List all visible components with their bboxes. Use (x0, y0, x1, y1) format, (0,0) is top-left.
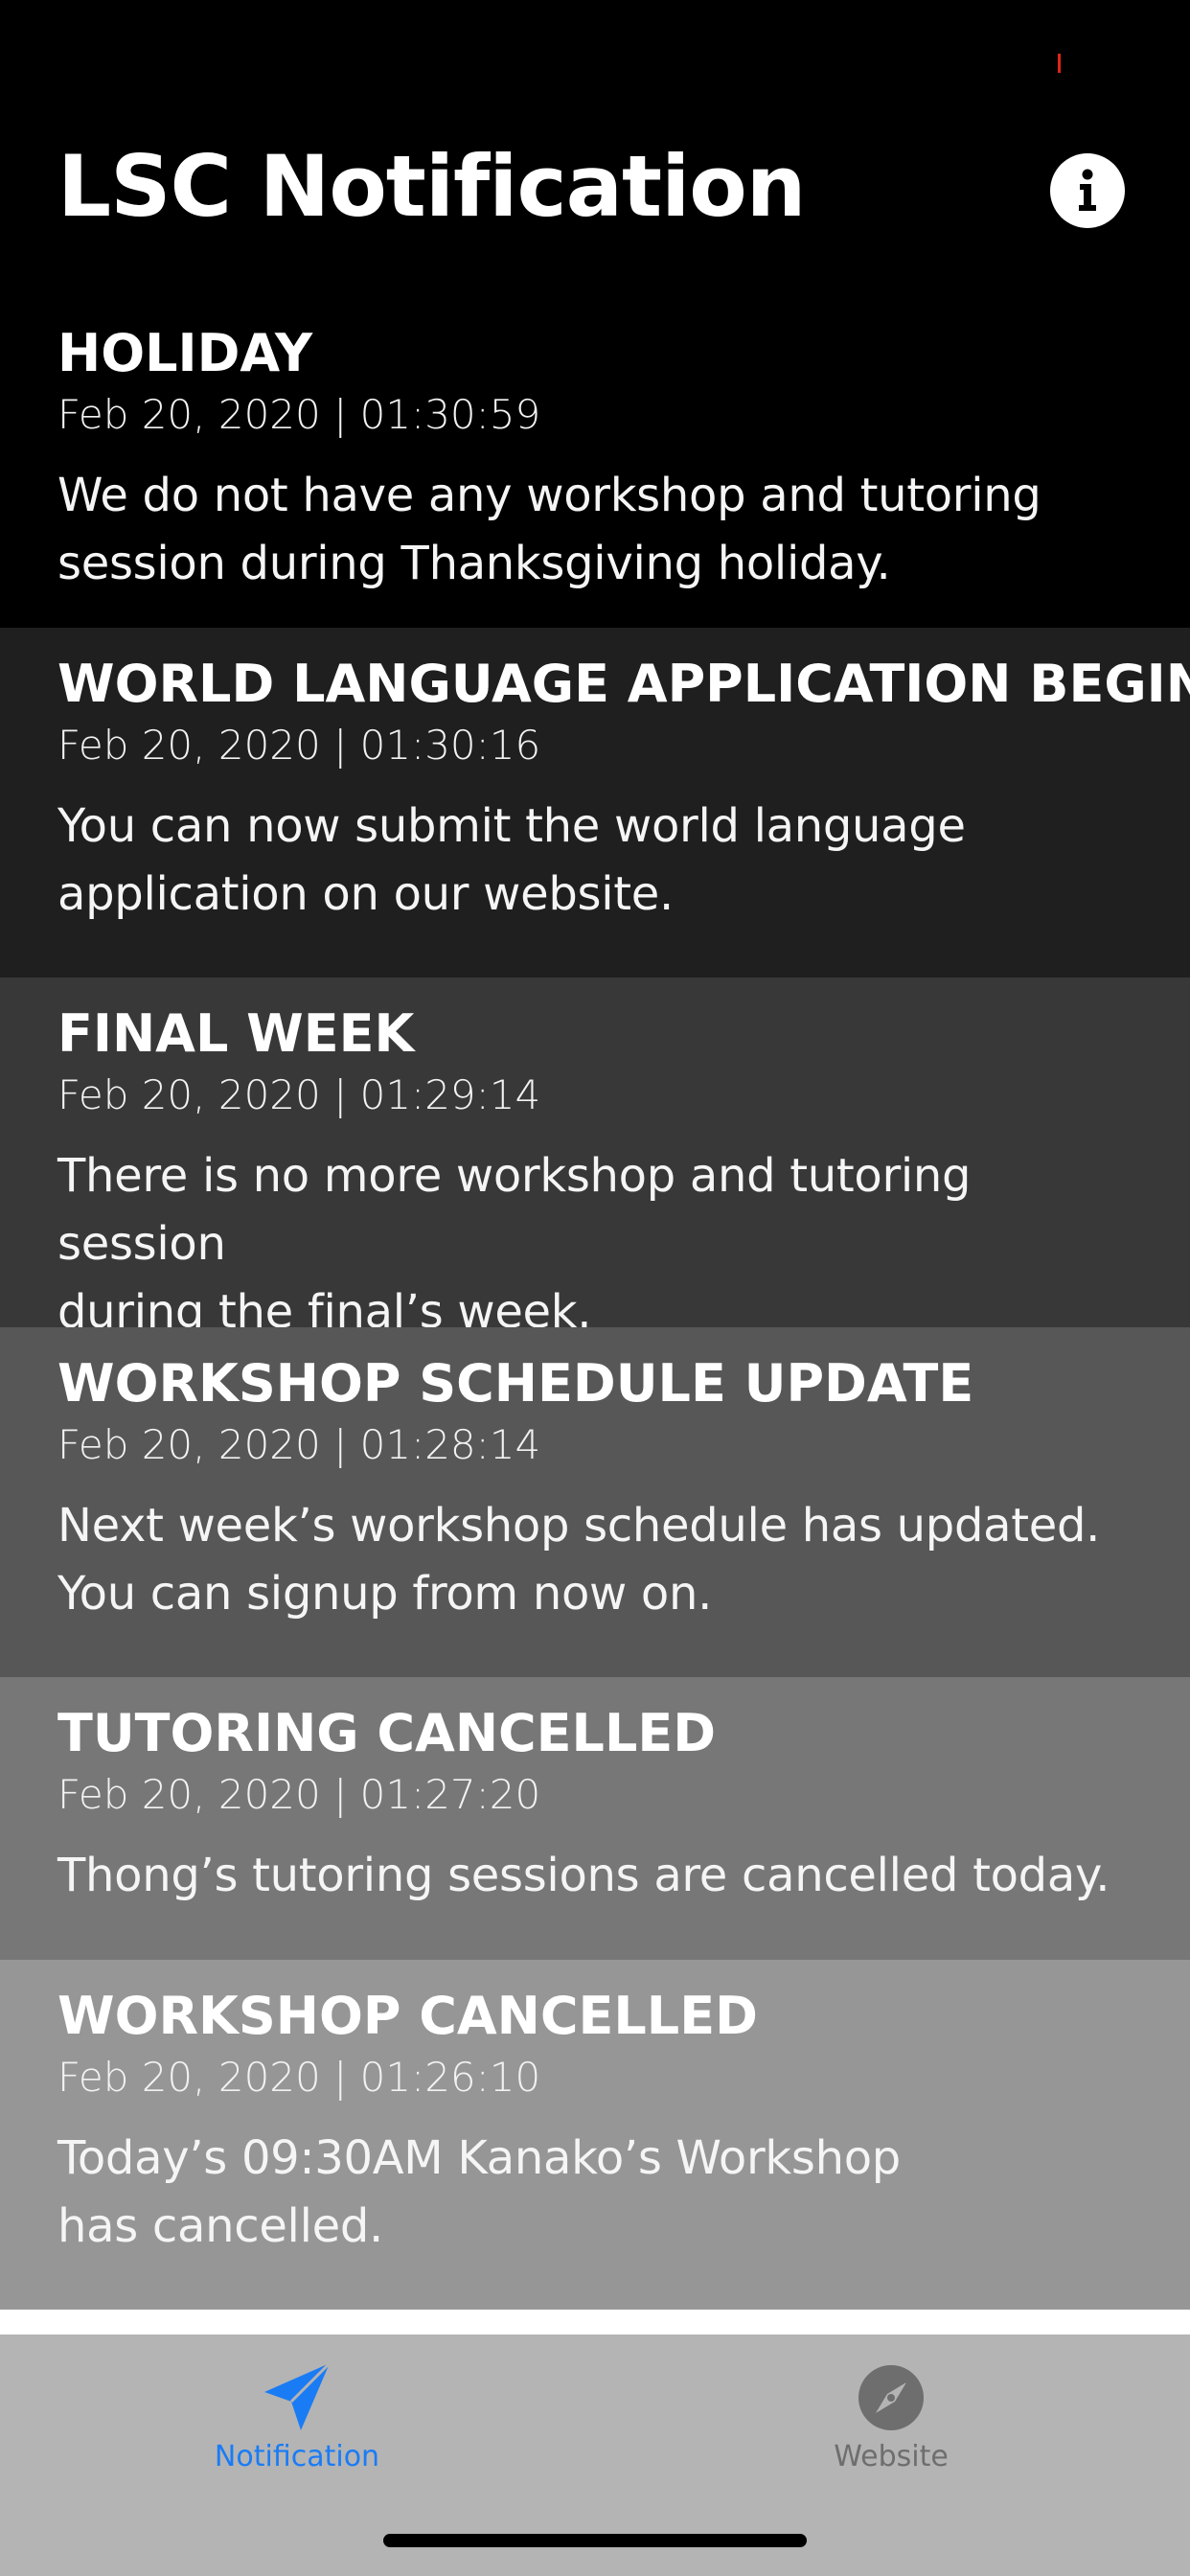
notification-body-line: application on our website. (57, 867, 674, 921)
paper-plane-icon (264, 2361, 332, 2430)
home-indicator[interactable] (383, 2534, 807, 2547)
notification-title: WORKSHOP SCHEDULE UPDATE (57, 1353, 974, 1414)
notification-card[interactable]: HOLIDAY Feb 20, 2020 | 01:30:59 We do no… (0, 297, 1190, 628)
notification-body-line: Today’s 09:30AM Kanako’s Workshop (57, 2131, 901, 2185)
notification-body: There is no more workshop and tutoring s… (57, 1142, 1133, 1346)
notification-list: HOLIDAY Feb 20, 2020 | 01:30:59 We do no… (0, 297, 1190, 2310)
notification-date: Feb 20, 2020 | 01:26:10 (57, 2054, 541, 2101)
page-title: LSC Notification (57, 137, 806, 236)
notification-title: HOLIDAY (57, 323, 313, 383)
notification-body-line: You can signup from now on. (57, 1567, 713, 1621)
notification-body: Next week’s workshop schedule has update… (57, 1492, 1133, 1628)
notification-body: We do not have any workshop and tutoring… (57, 462, 1133, 598)
status-bar (0, 0, 1190, 125)
notification-title: FINAL WEEK (57, 1003, 415, 1064)
tab-label: Notification (214, 2440, 380, 2473)
tab-notification[interactable]: Notification (153, 2334, 441, 2507)
notification-card[interactable]: TUTORING CANCELLED Feb 20, 2020 | 01:27:… (0, 1677, 1190, 1960)
notification-date: Feb 20, 2020 | 01:28:14 (57, 1421, 541, 1468)
tab-bar: Notification Website (0, 2334, 1190, 2576)
notification-title: WORLD LANGUAGE APPLICATION BEGIN (57, 654, 1190, 714)
notification-body: Thong’s tutoring sessions are cancelled … (57, 1842, 1133, 1910)
notification-date: Feb 20, 2020 | 01:30:59 (57, 391, 541, 438)
notification-body-line: has cancelled. (57, 2199, 383, 2253)
notification-card[interactable]: WORLD LANGUAGE APPLICATION BEGIN Feb 20,… (0, 628, 1190, 978)
info-icon (1079, 169, 1096, 211)
notification-date: Feb 20, 2020 | 01:27:20 (57, 1771, 541, 1818)
notification-body-line: session during Thanksgiving holiday. (57, 537, 891, 590)
notification-body-line: You can now submit the world language (57, 799, 966, 853)
notification-body: Today’s 09:30AM Kanako’s Workshop has ca… (57, 2125, 1133, 2261)
notification-title: WORKSHOP CANCELLED (57, 1986, 758, 2046)
notification-card[interactable]: WORKSHOP SCHEDULE UPDATE Feb 20, 2020 | … (0, 1327, 1190, 1677)
notification-body-line: Next week’s workshop schedule has update… (57, 1499, 1101, 1552)
notification-body-line: There is no more workshop and tutoring s… (57, 1149, 972, 1271)
recording-indicator (1058, 54, 1061, 73)
notification-body: You can now submit the world language ap… (57, 793, 1133, 929)
list-footer-divider (0, 2310, 1190, 2334)
tab-website[interactable]: Website (747, 2334, 1035, 2507)
notification-title: TUTORING CANCELLED (57, 1703, 717, 1763)
info-button[interactable] (1050, 153, 1125, 228)
notification-card[interactable]: WORKSHOP CANCELLED Feb 20, 2020 | 01:26:… (0, 1960, 1190, 2310)
tab-label: Website (834, 2440, 949, 2473)
notification-card[interactable]: FINAL WEEK Feb 20, 2020 | 01:29:14 There… (0, 978, 1190, 1339)
header: LSC Notification (0, 125, 1190, 297)
notification-date: Feb 20, 2020 | 01:29:14 (57, 1071, 541, 1118)
compass-icon (858, 2365, 924, 2430)
notification-body-line: We do not have any workshop and tutoring (57, 469, 1041, 522)
notification-date: Feb 20, 2020 | 01:30:16 (57, 722, 541, 769)
notification-body-line: Thong’s tutoring sessions are cancelled … (57, 1849, 1110, 1902)
